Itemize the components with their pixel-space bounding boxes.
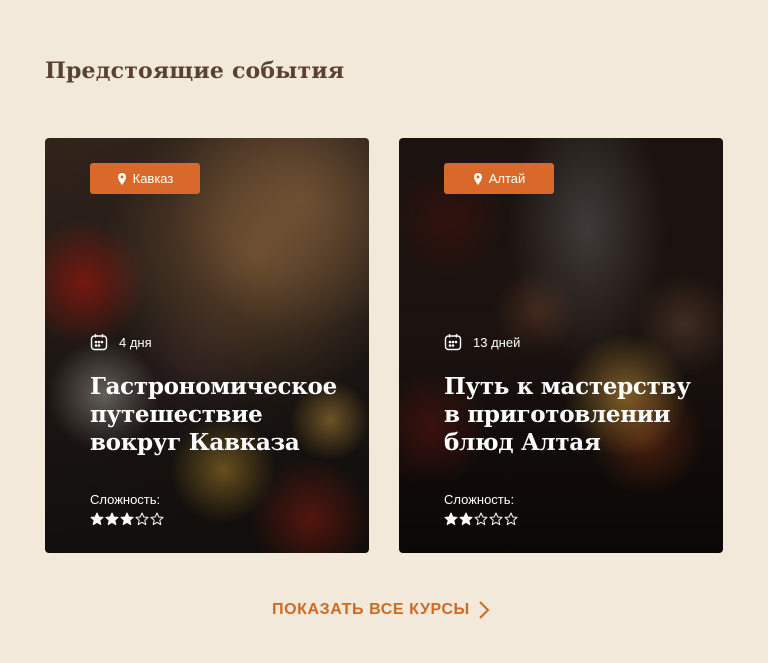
show-all-courses-link[interactable]: ПОКАЗАТЬ ВСЕ КУРСЫ xyxy=(272,600,490,620)
event-title[interactable]: Путь к мастерству в приготовлении блюд А… xyxy=(444,373,694,457)
difficulty-label: Сложность: xyxy=(444,492,515,507)
star-filled-icon xyxy=(459,512,473,526)
calendar-icon xyxy=(444,333,462,351)
region-label: Кавказ xyxy=(132,171,174,186)
difficulty-stars xyxy=(444,512,518,526)
section-title: Предстоящие события xyxy=(45,58,345,84)
star-empty-icon xyxy=(474,512,488,526)
chevron-right-icon xyxy=(478,600,490,620)
duration: 4 дня xyxy=(90,333,152,351)
duration-label: 13 дней xyxy=(473,334,521,350)
star-empty-icon xyxy=(150,512,164,526)
star-filled-icon xyxy=(90,512,104,526)
region-label: Алтай xyxy=(488,171,526,186)
calendar-icon xyxy=(90,333,108,351)
star-filled-icon xyxy=(120,512,134,526)
event-card-caucasus[interactable]: Кавказ 4 дня Гастрономическое путешестви… xyxy=(45,138,369,553)
difficulty-label: Сложность: xyxy=(90,492,161,507)
pin-icon xyxy=(473,172,483,185)
difficulty-stars xyxy=(90,512,164,526)
region-badge: Кавказ xyxy=(90,163,200,194)
pin-icon xyxy=(117,172,127,185)
event-title[interactable]: Гастрономическое путешествие вокруг Кавк… xyxy=(90,373,340,457)
star-empty-icon xyxy=(489,512,503,526)
star-empty-icon xyxy=(504,512,518,526)
show-all-label: ПОКАЗАТЬ ВСЕ КУРСЫ xyxy=(272,601,470,618)
duration: 13 дней xyxy=(444,333,520,351)
duration-label: 4 дня xyxy=(119,334,152,350)
star-empty-icon xyxy=(135,512,149,526)
star-filled-icon xyxy=(105,512,119,526)
event-card-altai[interactable]: Алтай 13 дней Путь к мастерству в пригот… xyxy=(399,138,723,553)
region-badge: Алтай xyxy=(444,163,554,194)
star-filled-icon xyxy=(444,512,458,526)
